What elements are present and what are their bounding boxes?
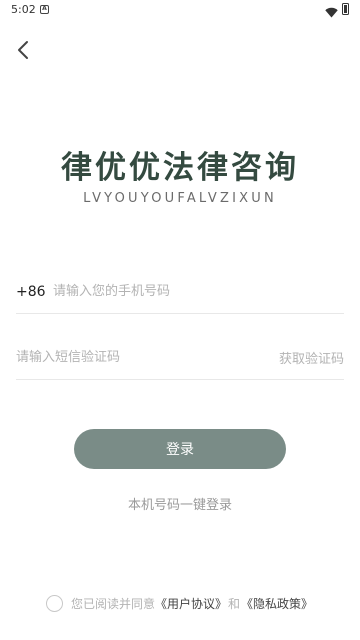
battery-icon (342, 3, 349, 15)
circle-checkbox-icon[interactable] (46, 594, 63, 612)
chevron-left-icon (18, 41, 28, 59)
country-code[interactable]: +86 (16, 284, 53, 300)
notification-icon: A (40, 5, 49, 14)
one-click-login-link[interactable]: 本机号码一键登录 (0, 494, 360, 513)
brand-subtitle: LVYOUYOUFALVZIXUN (83, 191, 277, 206)
sms-code-input[interactable] (16, 342, 236, 373)
phone-input[interactable] (53, 276, 333, 307)
sms-code-row: 获取验证码 (16, 336, 344, 380)
back-button[interactable] (10, 36, 36, 64)
phone-row: +86 (16, 270, 344, 314)
brand-title: 律优优法律咨询 (61, 150, 299, 186)
wifi-icon (325, 3, 338, 22)
status-time: 5:02 (11, 3, 36, 16)
privacy-policy-link[interactable]: 《隐私政策》 (241, 595, 313, 612)
agreement-and: 和 (228, 596, 241, 611)
get-code-button[interactable]: 获取验证码 (279, 348, 344, 367)
login-button[interactable]: 登录 (74, 429, 286, 469)
status-bar: 5:02 A (0, 0, 360, 20)
agreement-row: 您已阅读并同意 《用户协议》 和 《隐私政策》 (46, 593, 313, 613)
agreement-prefix: 您已阅读并同意 (71, 596, 156, 611)
user-agreement-link[interactable]: 《用户协议》 (155, 595, 227, 612)
